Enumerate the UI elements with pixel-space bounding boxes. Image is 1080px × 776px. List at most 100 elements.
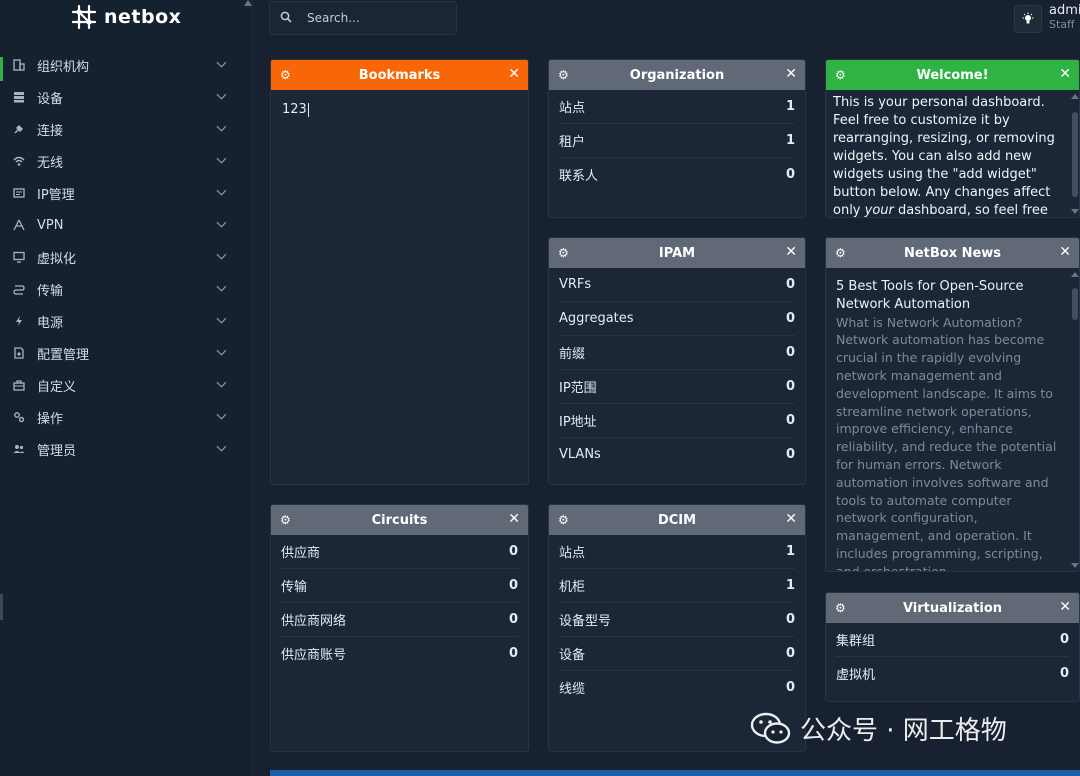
theme-toggle-button[interactable] <box>1014 5 1042 33</box>
sidebar-item-organization[interactable]: 组织机构 <box>0 49 244 81</box>
list-item[interactable]: 前缀 0 <box>559 336 795 370</box>
sidebar-item-config[interactable]: 配置管理 <box>0 337 244 369</box>
list-item[interactable]: IP地址 0 <box>559 404 795 438</box>
row-label: 虚拟机 <box>836 668 876 683</box>
monitor-icon <box>13 251 25 263</box>
sidebar-item-label: 操作 <box>37 411 64 427</box>
close-icon[interactable]: ✕ <box>508 511 520 527</box>
bookmarks-text: 123 <box>282 102 307 117</box>
gear-icon[interactable]: ⚙ <box>558 513 569 527</box>
gear-icon[interactable]: ⚙ <box>835 246 846 260</box>
sidebar-item-connections[interactable]: 连接 <box>0 113 244 145</box>
scroll-up-arrow-icon[interactable] <box>244 0 252 6</box>
close-icon[interactable]: ✕ <box>1059 244 1071 260</box>
widget-header[interactable]: ⚙ IPAM ✕ <box>549 238 805 268</box>
list-item[interactable]: 集群组 0 <box>836 623 1069 657</box>
brand[interactable]: netbox <box>70 2 181 32</box>
chevron-down-icon <box>216 313 227 324</box>
widget-header[interactable]: ⚙ Bookmarks ✕ <box>271 60 528 90</box>
list-item[interactable]: IP范围 0 <box>559 370 795 404</box>
list-item[interactable]: 设备型号 0 <box>559 603 795 637</box>
search-box[interactable] <box>269 1 457 35</box>
row-count: 0 <box>785 447 795 462</box>
row-label: VRFs <box>559 277 592 292</box>
widget-title: DCIM <box>657 512 697 528</box>
sidebar-item-vpn[interactable]: VPN <box>0 209 244 241</box>
widget-header[interactable]: ⚙ DCIM ✕ <box>549 505 805 535</box>
row-label: 机柜 <box>559 580 586 595</box>
widget-title: NetBox News <box>903 245 1002 261</box>
list-item[interactable]: 虚拟机 0 <box>836 657 1069 690</box>
list-item[interactable]: 站点 1 <box>559 535 795 569</box>
scroll-down-arrow-icon[interactable] <box>1071 209 1079 214</box>
widget-title: Welcome! <box>916 67 989 83</box>
building-icon <box>13 59 25 71</box>
close-icon[interactable]: ✕ <box>1059 599 1071 615</box>
row-count: 1 <box>785 99 795 114</box>
news-headline-link[interactable]: 5 Best Tools for Open-Source Network Aut… <box>836 278 1062 314</box>
widget-header[interactable]: ⚙ NetBox News ✕ <box>826 238 1079 268</box>
close-icon[interactable]: ✕ <box>508 66 520 82</box>
sidebar-item-operations[interactable]: 操作 <box>0 401 244 433</box>
widget-header[interactable]: ⚙ Welcome! ✕ <box>826 60 1079 90</box>
list-item[interactable]: 供应商网络 0 <box>281 603 518 637</box>
row-count: 0 <box>785 612 795 627</box>
gear-icon[interactable]: ⚙ <box>280 68 291 82</box>
list-item[interactable]: 供应商账号 0 <box>281 637 518 670</box>
list-item[interactable]: 机柜 1 <box>559 569 795 603</box>
close-icon[interactable]: ✕ <box>785 244 797 260</box>
chevron-down-icon <box>216 57 227 68</box>
user-menu[interactable]: admin Staff <box>1049 3 1080 32</box>
row-count: 0 <box>785 680 795 695</box>
close-icon[interactable]: ✕ <box>785 66 797 82</box>
sidebar-item-wireless[interactable]: 无线 <box>0 145 244 177</box>
list-item[interactable]: 供应商 0 <box>281 535 518 569</box>
gear-icon[interactable]: ⚙ <box>280 513 291 527</box>
list-item[interactable]: Aggregates 0 <box>559 302 795 336</box>
scroll-down-arrow-icon[interactable] <box>1071 563 1079 568</box>
scroll-up-arrow-icon[interactable] <box>1071 94 1079 99</box>
sidebar-item-customization[interactable]: 自定义 <box>0 369 244 401</box>
list-item[interactable]: 传输 0 <box>281 569 518 603</box>
list-item[interactable]: 设备 0 <box>559 637 795 671</box>
gear-icon[interactable]: ⚙ <box>558 246 569 260</box>
scroll-thumb[interactable] <box>1072 112 1078 197</box>
sidebar-item-admin[interactable]: 管理员 <box>0 433 244 465</box>
gear-icon[interactable]: ⚙ <box>558 68 569 82</box>
search-input[interactable] <box>305 10 449 26</box>
welcome-widget: ⚙ Welcome! ✕ This is your personal dashb… <box>825 59 1080 218</box>
user-name: admin <box>1049 3 1080 18</box>
widget-header[interactable]: ⚙ Circuits ✕ <box>271 505 528 535</box>
list-item[interactable]: VRFs 0 <box>559 268 795 302</box>
ip-icon <box>13 187 25 199</box>
sidebar-item-virtualization[interactable]: 虚拟化 <box>0 241 244 273</box>
sidebar-item-transit[interactable]: 传输 <box>0 273 244 305</box>
sidebar-scrollbar[interactable] <box>244 0 252 776</box>
sidebar-item-label: 无线 <box>37 155 64 171</box>
list-item[interactable]: 站点 1 <box>559 90 795 124</box>
close-icon[interactable]: ✕ <box>785 511 797 527</box>
sidebar-item-devices[interactable]: 设备 <box>0 81 244 113</box>
list-item[interactable]: VLANs 0 <box>559 438 795 471</box>
gear-icon[interactable]: ⚙ <box>835 68 846 82</box>
bookmarks-widget: ⚙ Bookmarks ✕ 123 <box>270 59 529 485</box>
scroll-up-arrow-icon[interactable] <box>1071 272 1079 277</box>
widget-header[interactable]: ⚙ Virtualization ✕ <box>826 593 1079 623</box>
list-item[interactable]: 联系人 0 <box>559 158 795 191</box>
scroll-thumb[interactable] <box>1072 288 1078 320</box>
news-scrollbar[interactable] <box>1071 272 1079 568</box>
list-item[interactable]: 租户 1 <box>559 124 795 158</box>
gear-icon[interactable]: ⚙ <box>835 601 846 615</box>
add-widget-button-edge[interactable] <box>270 770 1080 776</box>
widget-header[interactable]: ⚙ Organization ✕ <box>549 60 805 90</box>
sidebar-item-label: 连接 <box>37 123 64 139</box>
sidebar-item-power[interactable]: 电源 <box>0 305 244 337</box>
close-icon[interactable]: ✕ <box>1059 66 1071 82</box>
list-item[interactable]: 线缆 0 <box>559 671 795 704</box>
row-count: 0 <box>785 345 795 360</box>
sidebar-item-ipam[interactable]: IP管理 <box>0 177 244 209</box>
news-summary: What is Network Automation? Network auto… <box>836 314 1057 572</box>
bookmarks-content[interactable]: 123 <box>271 90 528 129</box>
row-label: 供应商 <box>281 546 321 561</box>
welcome-scrollbar[interactable] <box>1071 94 1079 214</box>
